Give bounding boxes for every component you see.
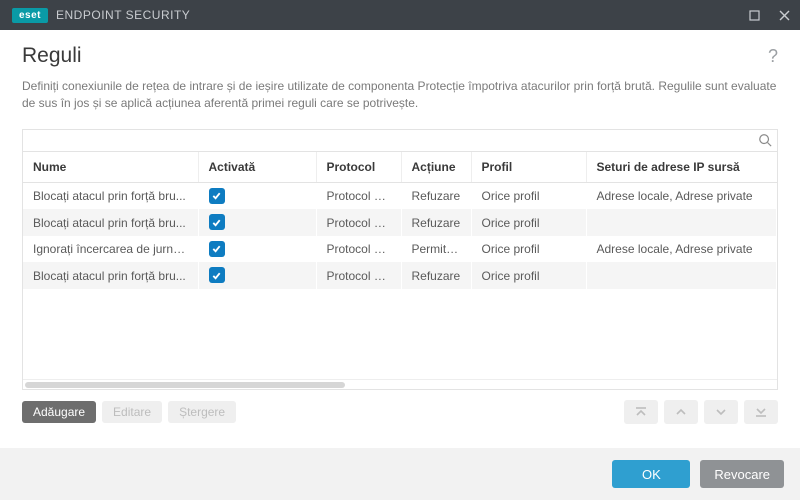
cell-name: Blocați atacul prin forță bru... bbox=[23, 262, 198, 289]
cell-action: Refuzare bbox=[401, 262, 471, 289]
move-top-icon bbox=[624, 400, 658, 424]
cell-enabled[interactable] bbox=[198, 262, 316, 289]
close-icon[interactable] bbox=[776, 7, 792, 23]
cell-name: Blocați atacul prin forță bru... bbox=[23, 182, 198, 209]
page-description: Definiți conexiunile de rețea de intrare… bbox=[22, 78, 778, 113]
move-up-icon bbox=[664, 400, 698, 424]
cell-enabled[interactable] bbox=[198, 182, 316, 209]
table-row[interactable]: Blocați atacul prin forță bru... Protocol… bbox=[23, 182, 777, 209]
cell-protocol: Protocol Ser... bbox=[316, 262, 401, 289]
brand-logo: eset bbox=[12, 8, 48, 23]
rules-table: Nume Activată Protocol Acțiune Profil Se… bbox=[23, 152, 777, 289]
cell-sourceip bbox=[586, 262, 777, 289]
col-sourceip[interactable]: Seturi de adrese IP sursă bbox=[586, 152, 777, 183]
table-empty-space bbox=[23, 289, 777, 379]
scrollbar-thumb[interactable] bbox=[25, 382, 345, 388]
table-header-row: Nume Activată Protocol Acțiune Profil Se… bbox=[23, 152, 777, 183]
maximize-icon[interactable] bbox=[746, 7, 762, 23]
content-area: Reguli ? Definiți conexiunile de rețea d… bbox=[0, 30, 800, 424]
checkbox-checked-icon[interactable] bbox=[209, 188, 225, 204]
footer: OK Revocare bbox=[0, 448, 800, 500]
cell-protocol: Protocol Ser... bbox=[316, 236, 401, 263]
cell-protocol: Protocol Des... bbox=[316, 209, 401, 236]
heading-row: Reguli ? bbox=[22, 44, 778, 68]
cell-profile: Orice profil bbox=[471, 236, 586, 263]
horizontal-scrollbar[interactable] bbox=[23, 379, 777, 389]
table-row[interactable]: Ignorați încercarea de jurnali... Protoco… bbox=[23, 236, 777, 263]
reorder-buttons bbox=[624, 400, 778, 424]
cell-name: Blocați atacul prin forță bru... bbox=[23, 209, 198, 236]
move-bottom-icon bbox=[744, 400, 778, 424]
brand-text: ENDPOINT SECURITY bbox=[56, 8, 190, 22]
rules-table-container: Nume Activată Protocol Acțiune Profil Se… bbox=[22, 129, 778, 390]
cell-sourceip: Adrese locale, Adrese private bbox=[586, 182, 777, 209]
cell-enabled[interactable] bbox=[198, 209, 316, 236]
cell-enabled[interactable] bbox=[198, 236, 316, 263]
cell-sourceip bbox=[586, 209, 777, 236]
checkbox-checked-icon[interactable] bbox=[209, 214, 225, 230]
ok-button[interactable]: OK bbox=[612, 460, 690, 488]
checkbox-checked-icon[interactable] bbox=[209, 267, 225, 283]
cell-name: Ignorați încercarea de jurnali... bbox=[23, 236, 198, 263]
help-icon[interactable]: ? bbox=[768, 46, 778, 67]
move-down-icon bbox=[704, 400, 738, 424]
col-name[interactable]: Nume bbox=[23, 152, 198, 183]
table-row[interactable]: Blocați atacul prin forță bru... Protocol… bbox=[23, 209, 777, 236]
table-row[interactable]: Blocați atacul prin forță bru... Protocol… bbox=[23, 262, 777, 289]
page-title: Reguli bbox=[22, 44, 82, 68]
cell-profile: Orice profil bbox=[471, 262, 586, 289]
delete-button: Ștergere bbox=[168, 401, 236, 423]
cell-action: Refuzare bbox=[401, 209, 471, 236]
cancel-button[interactable]: Revocare bbox=[700, 460, 784, 488]
col-protocol[interactable]: Protocol bbox=[316, 152, 401, 183]
cell-action: Permitere bbox=[401, 236, 471, 263]
checkbox-checked-icon[interactable] bbox=[209, 241, 225, 257]
edit-button: Editare bbox=[102, 401, 162, 423]
cell-profile: Orice profil bbox=[471, 209, 586, 236]
cell-protocol: Protocol Des... bbox=[316, 182, 401, 209]
action-row: Adăugare Editare Ștergere bbox=[22, 400, 778, 424]
cell-profile: Orice profil bbox=[471, 182, 586, 209]
cell-action: Refuzare bbox=[401, 182, 471, 209]
col-profile[interactable]: Profil bbox=[471, 152, 586, 183]
col-action[interactable]: Acțiune bbox=[401, 152, 471, 183]
window-controls bbox=[746, 7, 792, 23]
add-button[interactable]: Adăugare bbox=[22, 401, 96, 423]
search-icon[interactable] bbox=[758, 133, 772, 150]
titlebar: eset ENDPOINT SECURITY bbox=[0, 0, 800, 30]
cell-sourceip: Adrese locale, Adrese private bbox=[586, 236, 777, 263]
col-enabled[interactable]: Activată bbox=[198, 152, 316, 183]
search-row[interactable] bbox=[23, 130, 777, 152]
